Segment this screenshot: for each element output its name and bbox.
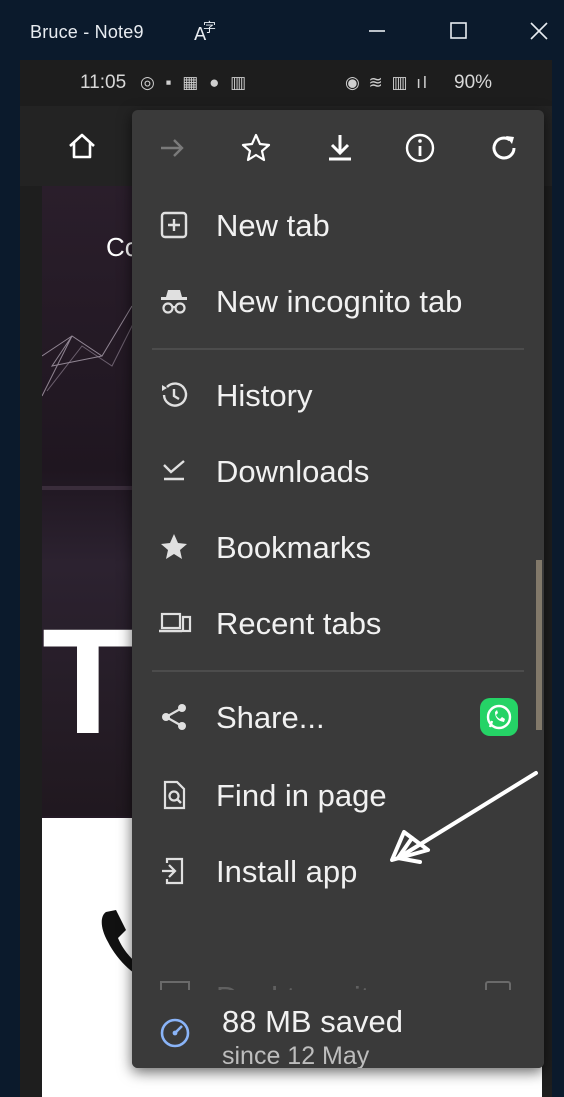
- svg-text:字: 字: [203, 21, 216, 36]
- downloads-icon: [158, 455, 190, 487]
- new-tab-icon: [158, 209, 190, 241]
- minimize-button[interactable]: [364, 18, 390, 44]
- menu-item-label: New tab: [216, 208, 330, 243]
- info-icon[interactable]: [404, 132, 436, 164]
- menu-item-label: Downloads: [216, 454, 370, 489]
- incognito-icon: [158, 285, 190, 317]
- menu-item-label: Find in page: [216, 778, 387, 813]
- menu-item-new-tab[interactable]: New tab: [132, 190, 544, 260]
- history-icon: [158, 379, 190, 411]
- share-icon: [158, 701, 190, 733]
- menu-item-label: New incognito tab: [216, 284, 463, 319]
- menu-item-downloads[interactable]: Downloads: [132, 436, 544, 506]
- phone-screen: 11:05 ◎ ▪ ▦ ● ▥ ◉ ≋ ▥ ıl 90% Co T New ta…: [20, 60, 552, 1097]
- data-saved-amount: 88 MB saved: [222, 1004, 403, 1039]
- menu-item-label: Share...: [216, 700, 325, 735]
- close-button[interactable]: [526, 18, 552, 44]
- menu-item-label: Install app: [216, 854, 358, 889]
- refresh-icon[interactable]: [488, 132, 520, 164]
- menu-item-new-incognito-tab[interactable]: New incognito tab: [132, 266, 544, 336]
- menu-action-row: [132, 110, 544, 184]
- bookmark-star-icon[interactable]: [240, 132, 272, 164]
- data-savings-summary[interactable]: 88 MB saved since 12 May: [132, 990, 544, 1068]
- whatsapp-icon[interactable]: [480, 698, 518, 736]
- menu-item-find-in-page[interactable]: Find in page: [132, 760, 544, 830]
- download-icon[interactable]: [324, 132, 356, 164]
- forward-icon[interactable]: [156, 132, 188, 164]
- menu-item-label: Recent tabs: [216, 606, 382, 641]
- notification-icons: ◎ ▪ ▦ ● ▥: [140, 73, 250, 92]
- menu-item-label: History: [216, 378, 313, 413]
- status-bar: 11:05 ◎ ▪ ▦ ● ▥ ◉ ≋ ▥ ıl 90%: [20, 60, 552, 106]
- menu-item-label: Bookmarks: [216, 530, 372, 565]
- signal-icons: ◉ ≋ ▥ ıl: [345, 73, 429, 92]
- window-titlebar: Bruce - Note9 A 字: [0, 0, 564, 62]
- menu-item-install-app[interactable]: Install app: [132, 836, 544, 906]
- lite-mode-gauge-icon: [158, 1016, 192, 1050]
- language-icon[interactable]: A 字: [192, 18, 222, 51]
- page-edge-strip: [536, 560, 542, 730]
- hero-big-letter: T: [42, 597, 134, 765]
- home-icon[interactable]: [66, 130, 98, 162]
- menu-divider: [152, 670, 524, 672]
- recent-tabs-icon: [158, 607, 192, 639]
- menu-item-recent-tabs[interactable]: Recent tabs: [132, 588, 544, 658]
- menu-item-history[interactable]: History: [132, 360, 544, 430]
- menu-item-bookmarks[interactable]: Bookmarks: [132, 512, 544, 582]
- menu-divider: [152, 348, 524, 350]
- status-time: 11:05: [80, 72, 127, 93]
- menu-item-share[interactable]: Share...: [132, 682, 544, 752]
- data-saved-since: since 12 May: [222, 1042, 370, 1068]
- install-app-icon: [158, 855, 190, 887]
- maximize-button[interactable]: [446, 18, 472, 44]
- overflow-menu: New tab New incognito tab History Downlo…: [132, 110, 544, 1068]
- battery-level: 90%: [454, 72, 493, 93]
- find-in-page-icon: [158, 779, 190, 811]
- window-title: Bruce - Note9: [30, 22, 144, 42]
- bookmarks-icon: [158, 531, 190, 563]
